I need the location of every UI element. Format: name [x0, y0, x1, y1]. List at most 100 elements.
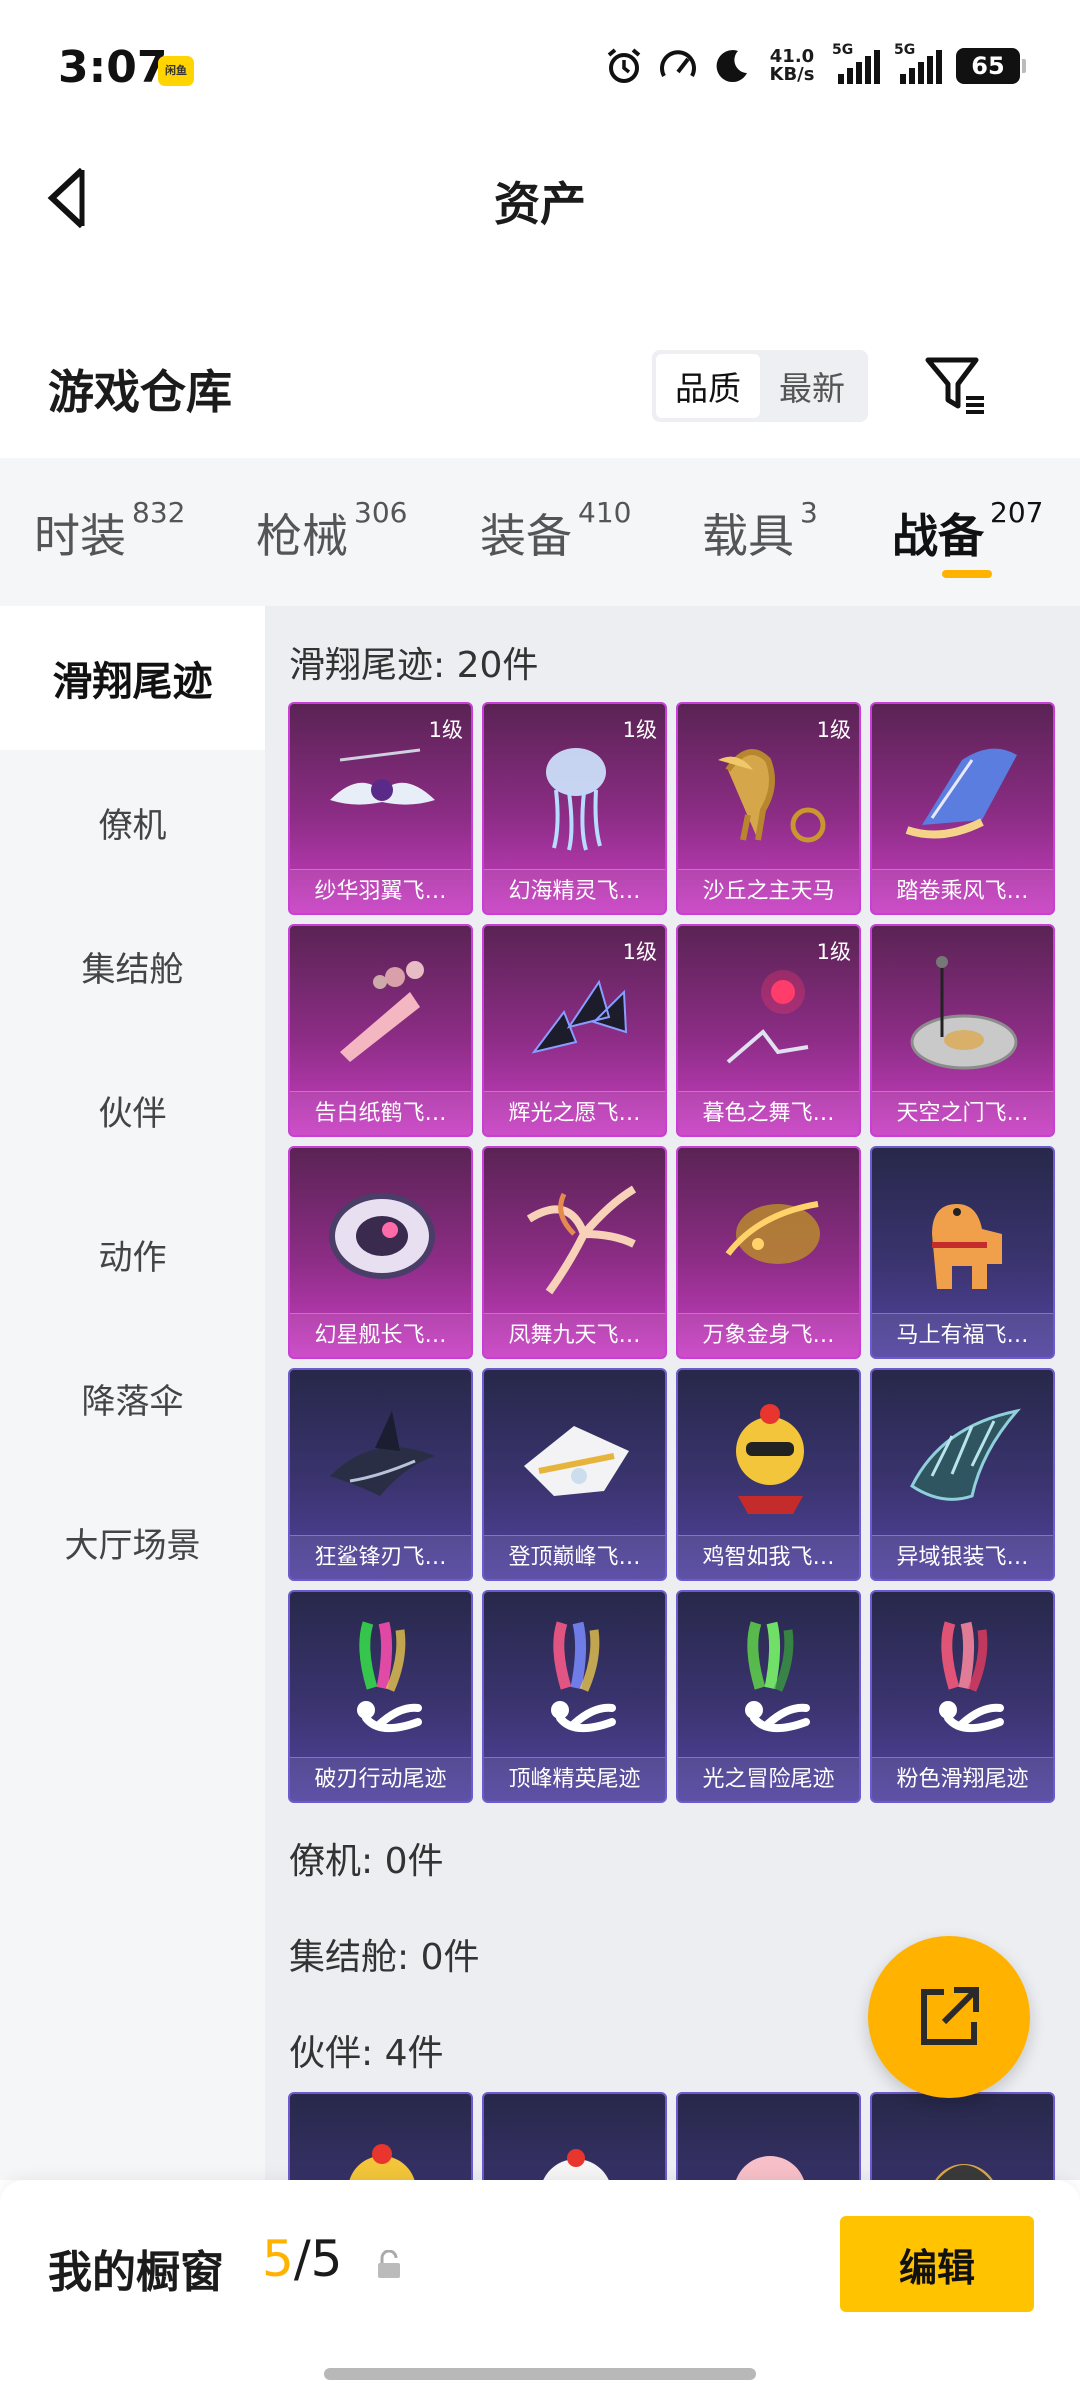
golden-comet-icon: [725, 1201, 820, 1264]
group-heading-glide-trail: 滑翔尾迹: 20件: [289, 645, 539, 686]
item-name: 破刃行动尾迹: [290, 1757, 471, 1801]
sort-option-quality[interactable]: 品质: [656, 354, 760, 418]
share-icon: [921, 1987, 979, 2045]
item-card[interactable]: 鸡智如我飞…: [676, 1368, 861, 1581]
tab-firearms[interactable]: 枪械 306: [256, 458, 407, 606]
item-card[interactable]: 告白纸鹤飞…: [288, 924, 473, 1137]
scroll-icon: [905, 748, 1017, 839]
showcase-bar: 我的橱窗 5/5 编辑: [0, 2180, 1080, 2400]
item-name: 告白纸鹤飞…: [290, 1091, 471, 1135]
winged-gem-icon: [330, 748, 435, 805]
item-card[interactable]: 马上有福飞…: [870, 1146, 1055, 1359]
item-card[interactable]: 幻星舰长飞…: [288, 1146, 473, 1359]
item-card[interactable]: 1级 沙丘之主天马: [676, 702, 861, 915]
item-name: 马上有福飞…: [872, 1313, 1053, 1357]
item-card[interactable]: 狂鲨锋刃飞…: [288, 1368, 473, 1581]
item-card[interactable]: 光之冒险尾迹: [676, 1590, 861, 1803]
partner-grid: [288, 2092, 1055, 2180]
status-icons: 41.0 KB/s 5G 5G 65: [604, 42, 1026, 86]
warehouse-title: 游戏仓库: [48, 365, 232, 419]
sidebar-item-glide-trail[interactable]: 滑翔尾迹: [0, 606, 265, 750]
tab-label: 装备: [480, 509, 572, 563]
green-trail-icon: [745, 1621, 810, 1732]
sidebar-item-partner[interactable]: 伙伴: [0, 1038, 265, 1182]
sky-gate-icon: [910, 956, 1018, 1070]
item-card[interactable]: 凤舞九天飞…: [482, 1146, 667, 1359]
pink-trail-icon: [939, 1621, 1004, 1732]
tab-label: 战备: [892, 509, 984, 563]
item-card[interactable]: 1级 辉光之愿飞…: [482, 924, 667, 1137]
tab-fashion[interactable]: 时装 832: [34, 458, 185, 606]
showcase-count-separator: /: [293, 2230, 311, 2288]
item-card[interactable]: 破刃行动尾迹: [288, 1590, 473, 1803]
tab-active-indicator: [942, 570, 992, 578]
pink-pet-icon: [736, 2156, 804, 2180]
item-card[interactable]: 顶峰精英尾迹: [482, 1590, 667, 1803]
item-card[interactable]: 登顶巅峰飞…: [482, 1368, 667, 1581]
item-card[interactable]: [676, 2092, 861, 2180]
signal-sim2-icon: 5G: [894, 42, 942, 84]
item-card[interactable]: 异域银装飞…: [870, 1368, 1055, 1581]
tab-vehicles[interactable]: 载具 3: [702, 458, 818, 606]
item-card[interactable]: [482, 2092, 667, 2180]
app-notification-icon: 闲鱼: [158, 56, 194, 86]
item-card[interactable]: 万象金身飞…: [676, 1146, 861, 1359]
filter-icon[interactable]: [924, 354, 988, 418]
phoenix-icon: [526, 1185, 637, 1295]
battery-level: 65: [971, 52, 1005, 80]
sort-toggle: 品质 最新: [652, 350, 868, 422]
tab-count: 207: [990, 496, 1044, 529]
silver-wing-icon: [910, 1408, 1022, 1501]
item-card[interactable]: [870, 2092, 1055, 2180]
item-name: 辉光之愿飞…: [484, 1091, 665, 1135]
tab-combat-gear[interactable]: 战备 207: [892, 458, 1043, 606]
item-name: 登顶巅峰飞…: [484, 1535, 665, 1579]
item-card[interactable]: 天空之门飞…: [870, 924, 1055, 1137]
item-name: 沙丘之主天马: [678, 869, 859, 913]
jet-glider-icon: [524, 1426, 629, 1496]
sidebar-item-parachute[interactable]: 降落伞: [0, 1326, 265, 1470]
item-name: 万象金身飞…: [678, 1313, 859, 1357]
share-fab[interactable]: [868, 1936, 1030, 2098]
sidebar-item-assembly-pod[interactable]: 集结舱: [0, 894, 265, 1038]
home-indicator[interactable]: [324, 2368, 756, 2380]
status-bar: 3:07 闲鱼 41.0 KB/s 5G 5G 65: [0, 0, 1080, 140]
item-name: 异域银装飞…: [872, 1535, 1053, 1579]
toy-horse-icon: [932, 1204, 1002, 1289]
item-name: 天空之门飞…: [872, 1091, 1053, 1135]
sidebar: 滑翔尾迹 僚机 集结舱 伙伴 动作 降落伞 大厅场景: [0, 606, 265, 2180]
helmet-chick-icon: [935, 2164, 993, 2180]
showcase-count-current: 5: [262, 2230, 294, 2288]
paper-crane-icon: [340, 961, 424, 1062]
item-card[interactable]: 粉色滑翔尾迹: [870, 1590, 1055, 1803]
item-card[interactable]: 踏卷乘风飞…: [870, 702, 1055, 915]
tab-label: 载具: [702, 509, 794, 563]
tab-count: 3: [800, 496, 818, 529]
item-card[interactable]: 1级 暮色之舞飞…: [676, 924, 861, 1137]
item-card[interactable]: [288, 2092, 473, 2180]
rainbow-trail-icon: [551, 1621, 616, 1732]
item-name: 粉色滑翔尾迹: [872, 1757, 1053, 1801]
sort-option-newest[interactable]: 最新: [760, 354, 864, 418]
sidebar-item-lobby-scene[interactable]: 大厅场景: [0, 1470, 265, 1614]
pegasus-chariot-icon: [718, 749, 826, 843]
item-name: 狂鲨锋刃飞…: [290, 1535, 471, 1579]
tab-equipment[interactable]: 装备 410: [480, 458, 631, 606]
item-card[interactable]: 1级 纱华羽翼飞…: [288, 702, 473, 915]
chicken-partner-icon: [349, 2144, 415, 2180]
tab-label: 时装: [34, 509, 126, 563]
item-name: 光之冒险尾迹: [678, 1757, 859, 1801]
category-tabs: 时装 832 枪械 306 装备 410 载具 3 战备 207: [0, 458, 1080, 606]
sidebar-item-wingman[interactable]: 僚机: [0, 750, 265, 894]
item-name: 纱华羽翼飞…: [290, 869, 471, 913]
tab-count: 832: [132, 496, 186, 529]
item-card[interactable]: 1级 幻海精灵飞…: [482, 702, 667, 915]
tab-label: 枪械: [256, 509, 348, 563]
edit-button[interactable]: 编辑: [840, 2216, 1034, 2312]
moon-icon: [716, 50, 747, 83]
group-heading-wingman: 僚机: 0件: [289, 1841, 444, 1882]
net-speed: 41.0 KB/s: [766, 48, 818, 84]
showcase-count: 5/5: [262, 2230, 342, 2288]
sidebar-item-emote[interactable]: 动作: [0, 1182, 265, 1326]
item-name: 凤舞九天飞…: [484, 1313, 665, 1357]
